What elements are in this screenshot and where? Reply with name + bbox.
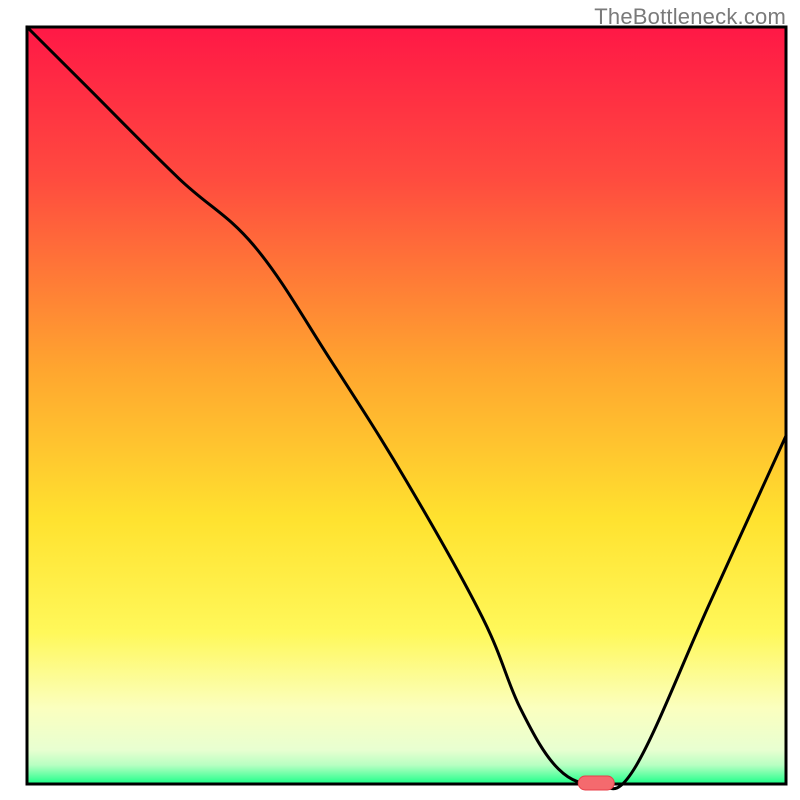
chart-stage: TheBottleneck.com bbox=[0, 0, 800, 800]
sweet-spot-marker bbox=[578, 776, 614, 790]
bottleneck-plot bbox=[0, 0, 800, 800]
